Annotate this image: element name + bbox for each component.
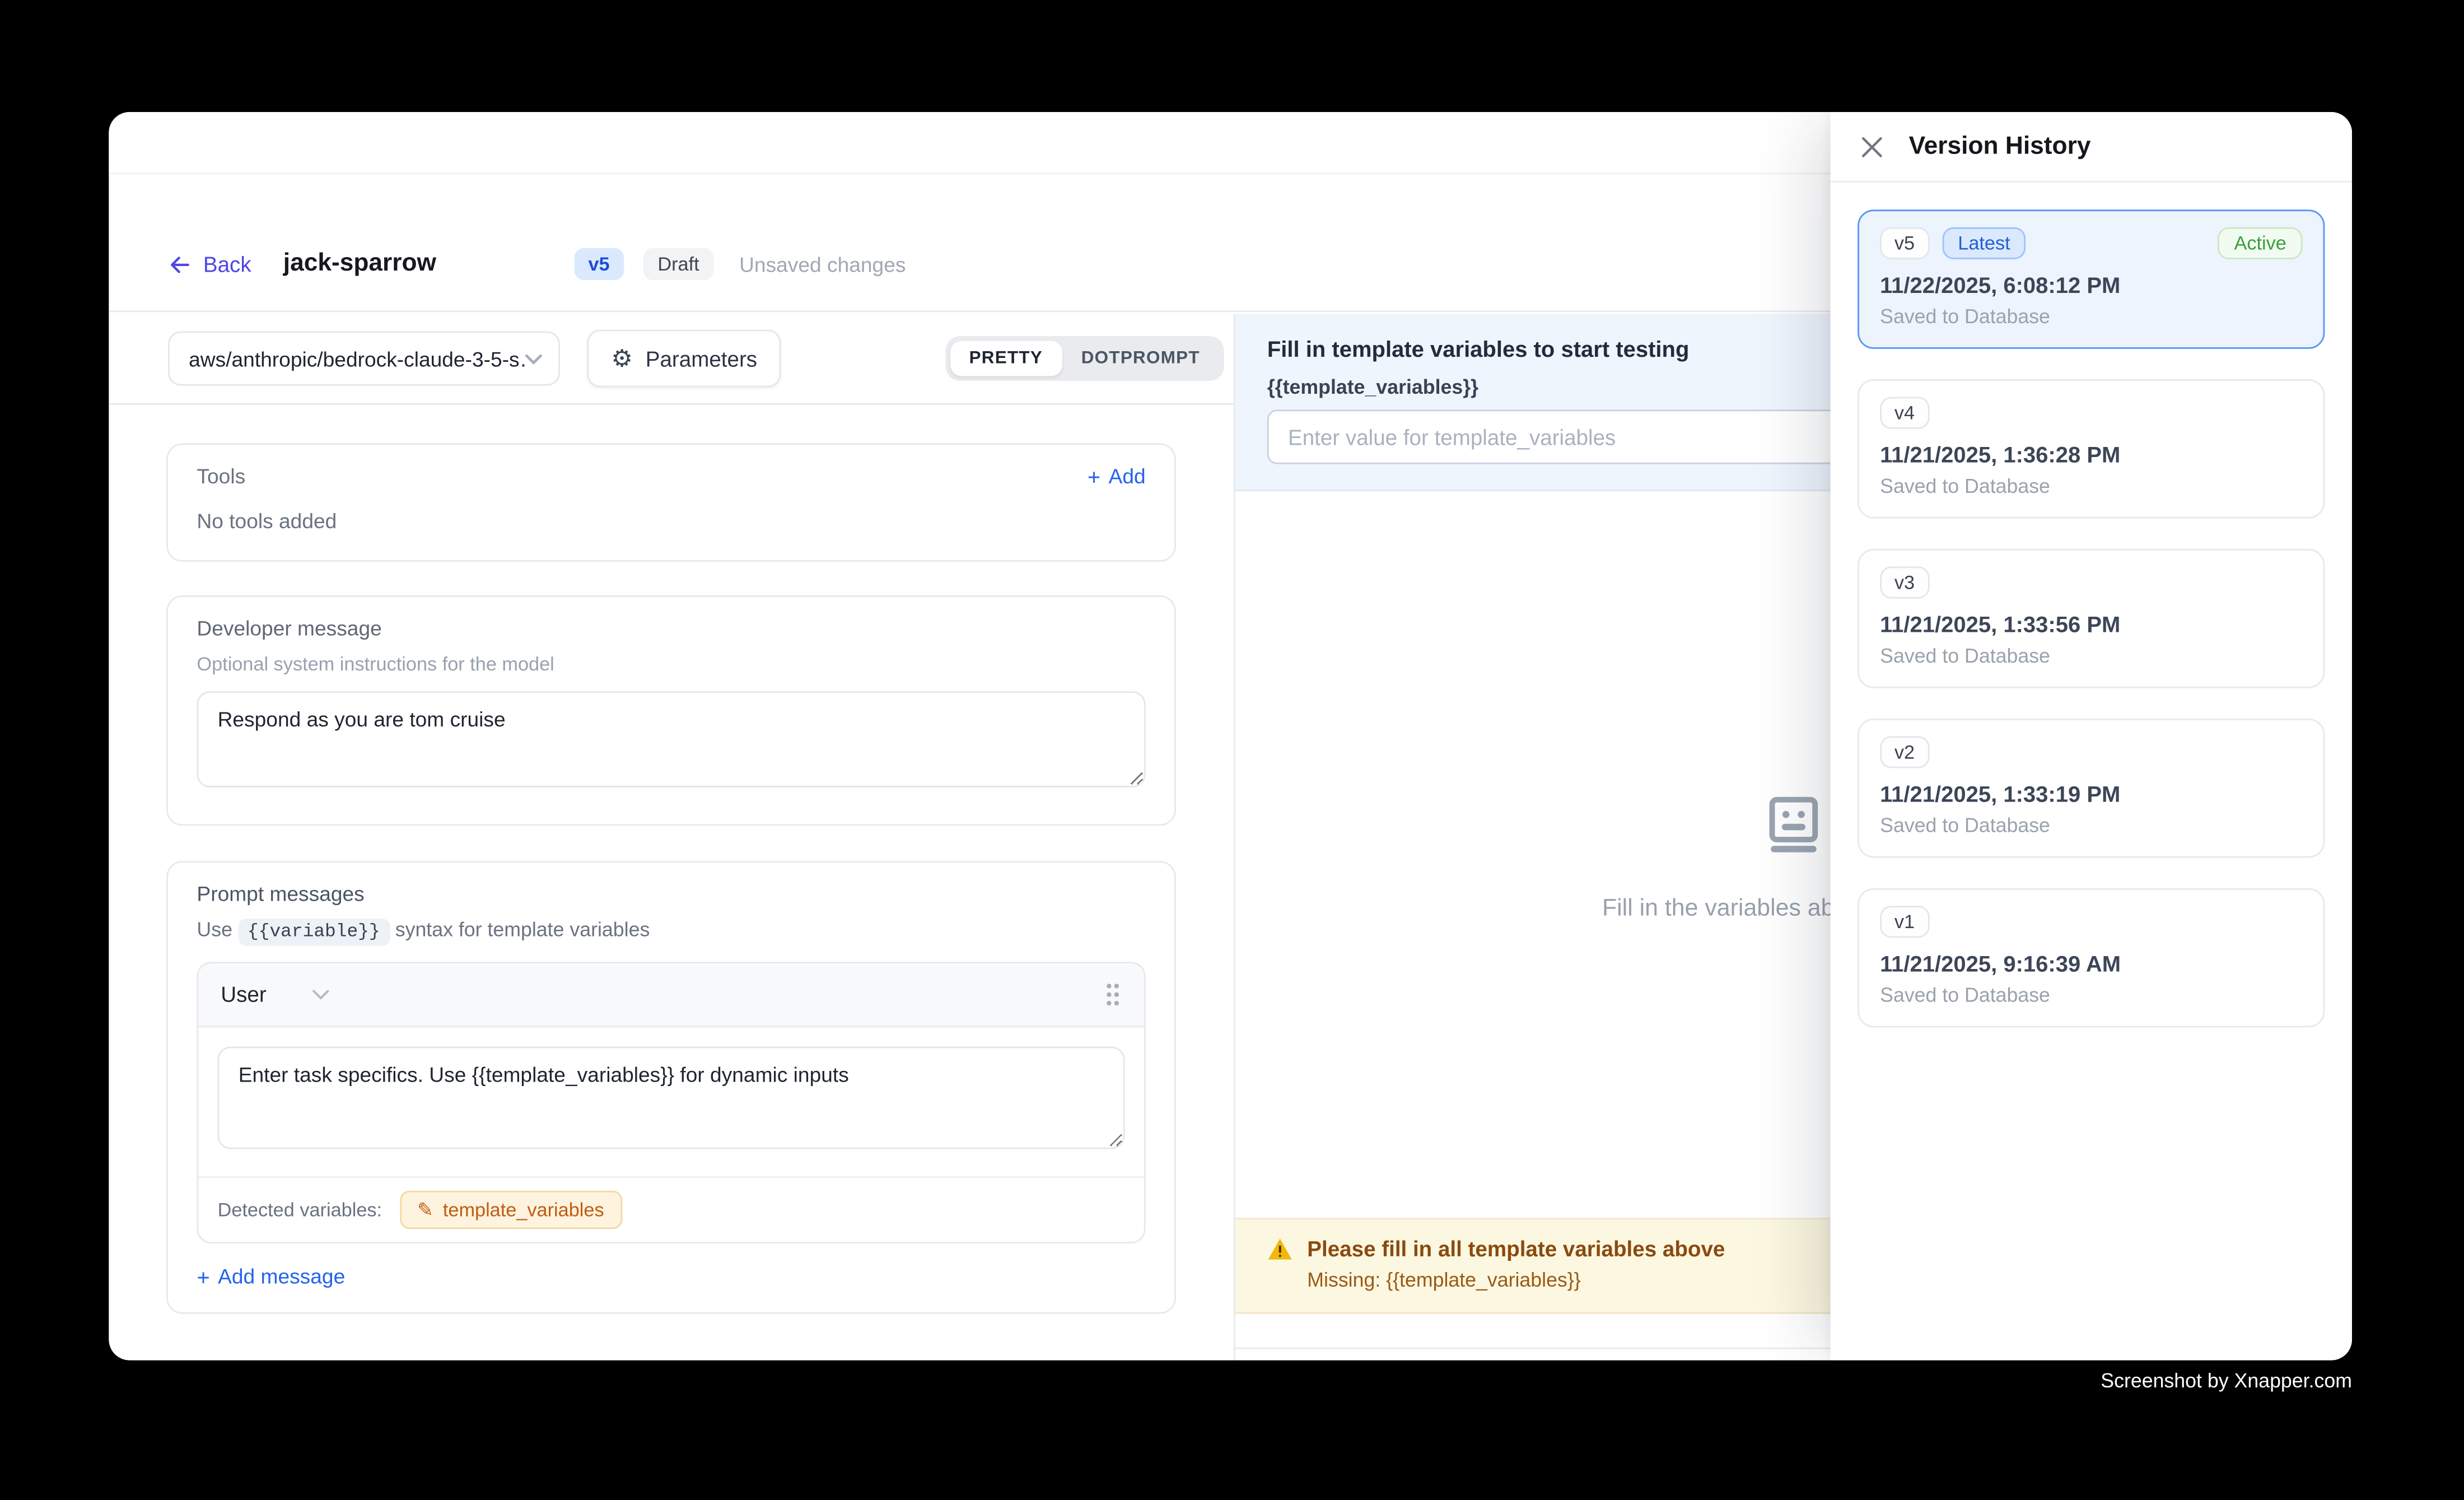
version-note: Saved to Database [1880,984,2302,1007]
gear-icon: ⚙ [611,347,632,371]
version-card-v4[interactable]: v4 11/21/2025, 1:36:28 PM Saved to Datab… [1858,379,2325,519]
developer-message-input[interactable]: Respond as you are tom cruise [197,691,1145,787]
version-card-v5[interactable]: v5 Latest Active 11/22/2025, 6:08:12 PM … [1858,209,2325,349]
format-option-pretty[interactable]: PRETTY [950,341,1062,376]
watermark-text: Screenshot by Xnapper.com [2101,1370,2352,1392]
active-badge: Active [2218,227,2303,259]
version-date: 11/21/2025, 1:33:19 PM [1880,781,2302,807]
subtitle-suffix: syntax for template variables [390,919,650,941]
editor-pane: aws/anthropic/bedrock-claude-3-5-s… ⚙ Pa… [109,314,1235,1361]
version-number-badge: v5 [1880,227,1929,259]
plus-icon: + [197,1265,209,1288]
version-history-panel: Version History v5 Latest Active 11/22/2… [1831,112,2352,1361]
role-select[interactable]: User [221,982,329,1007]
version-note: Saved to Database [1880,814,2302,837]
message-input[interactable]: Enter task specifics. Use {{template_var… [218,1047,1125,1149]
add-tool-button[interactable]: + Add [1088,464,1146,488]
version-badge: v5 [574,248,624,280]
tools-card: Tools + Add No tools added [166,443,1176,561]
version-number-badge: v3 [1880,566,1929,598]
close-icon[interactable] [1859,134,1885,160]
version-number-badge: v2 [1880,736,1929,768]
version-date: 11/21/2025, 9:16:39 AM [1880,951,2302,976]
version-list: v5 Latest Active 11/22/2025, 6:08:12 PM … [1831,183,2352,1055]
warning-triangle-icon [1267,1237,1293,1261]
drag-handle-icon[interactable] [1104,982,1121,1007]
variable-syntax-chip: {{variable}} [238,919,390,946]
version-history-header: Version History [1831,112,2352,183]
tools-title: Tools [197,464,245,488]
unsaved-changes-text: Unsaved changes [739,252,906,276]
role-select-value: User [221,982,266,1007]
app-window: Back jack-sparrow v5 Draft Unsaved chang… [109,112,2352,1361]
format-option-dotprompt[interactable]: DOTPROMPT [1062,341,1219,376]
page-title: jack-sparrow [283,250,436,278]
chevron-down-icon [311,989,329,1000]
version-date: 11/22/2025, 6:08:12 PM [1880,272,2302,298]
add-message-label: Add message [218,1264,345,1288]
version-date: 11/21/2025, 1:33:56 PM [1880,611,2302,637]
back-button[interactable]: Back [168,252,251,276]
version-note: Saved to Database [1880,645,2302,667]
add-tool-label: Add [1109,464,1146,488]
message-body: Enter task specifics. Use {{template_var… [198,1027,1144,1176]
detected-variables-row: Detected variables: ✎ template_variables [198,1176,1144,1242]
model-select[interactable]: aws/anthropic/bedrock-claude-3-5-s… [168,331,560,385]
parameters-label: Parameters [646,347,757,371]
latest-badge: Latest [1942,227,2027,259]
format-toggle: PRETTY DOTPROMPT [945,336,1224,381]
version-note: Saved to Database [1880,306,2302,328]
warning-title: Please fill in all template variables ab… [1307,1237,1725,1261]
plus-icon: + [1088,465,1100,487]
version-note: Saved to Database [1880,476,2302,498]
version-number-badge: v1 [1880,906,1929,938]
template-variable-name: template_variables [443,1199,604,1221]
prompt-messages-card: Prompt messages Use {{variable}} syntax … [166,861,1176,1314]
pencil-icon: ✎ [417,1199,433,1221]
back-label: Back [203,252,251,276]
model-select-value: aws/anthropic/bedrock-claude-3-5-s… [189,347,525,371]
editor-scroll-area: Tools + Add No tools added Developer mes… [109,405,1234,1314]
subtitle-prefix: Use [197,919,237,941]
draft-badge: Draft [643,248,714,280]
version-date: 11/21/2025, 1:36:28 PM [1880,442,2302,468]
prompt-messages-title: Prompt messages [197,882,1145,906]
tools-empty-text: No tools added [197,509,1145,533]
add-message-button[interactable]: + Add message [197,1264,1145,1288]
message-header: User [198,963,1144,1027]
version-card-v2[interactable]: v2 11/21/2025, 1:33:19 PM Saved to Datab… [1858,719,2325,858]
detected-variables-label: Detected variables: [218,1199,382,1221]
parameters-button[interactable]: ⚙ Parameters [587,330,781,388]
desktop-background: Back jack-sparrow v5 Draft Unsaved chang… [0,0,2464,1500]
developer-message-card: Developer message Optional system instru… [166,595,1176,826]
template-variable-chip[interactable]: ✎ template_variables [400,1191,622,1229]
arrow-left-icon [168,252,192,276]
chevron-down-icon [525,353,542,364]
editor-toolbar: aws/anthropic/bedrock-claude-3-5-s… ⚙ Pa… [109,314,1234,405]
version-history-title: Version History [1909,132,2091,161]
developer-message-title: Developer message [197,616,1145,640]
version-card-v1[interactable]: v1 11/21/2025, 9:16:39 AM Saved to Datab… [1858,888,2325,1028]
version-card-v3[interactable]: v3 11/21/2025, 1:33:56 PM Saved to Datab… [1858,549,2325,688]
prompt-messages-subtitle: Use {{variable}} syntax for template var… [197,919,1145,943]
developer-message-subtitle: Optional system instructions for the mod… [197,653,1145,676]
message-block: User Enter task specifics [197,962,1145,1243]
version-number-badge: v4 [1880,397,1929,429]
bot-face-icon [1757,788,1830,861]
